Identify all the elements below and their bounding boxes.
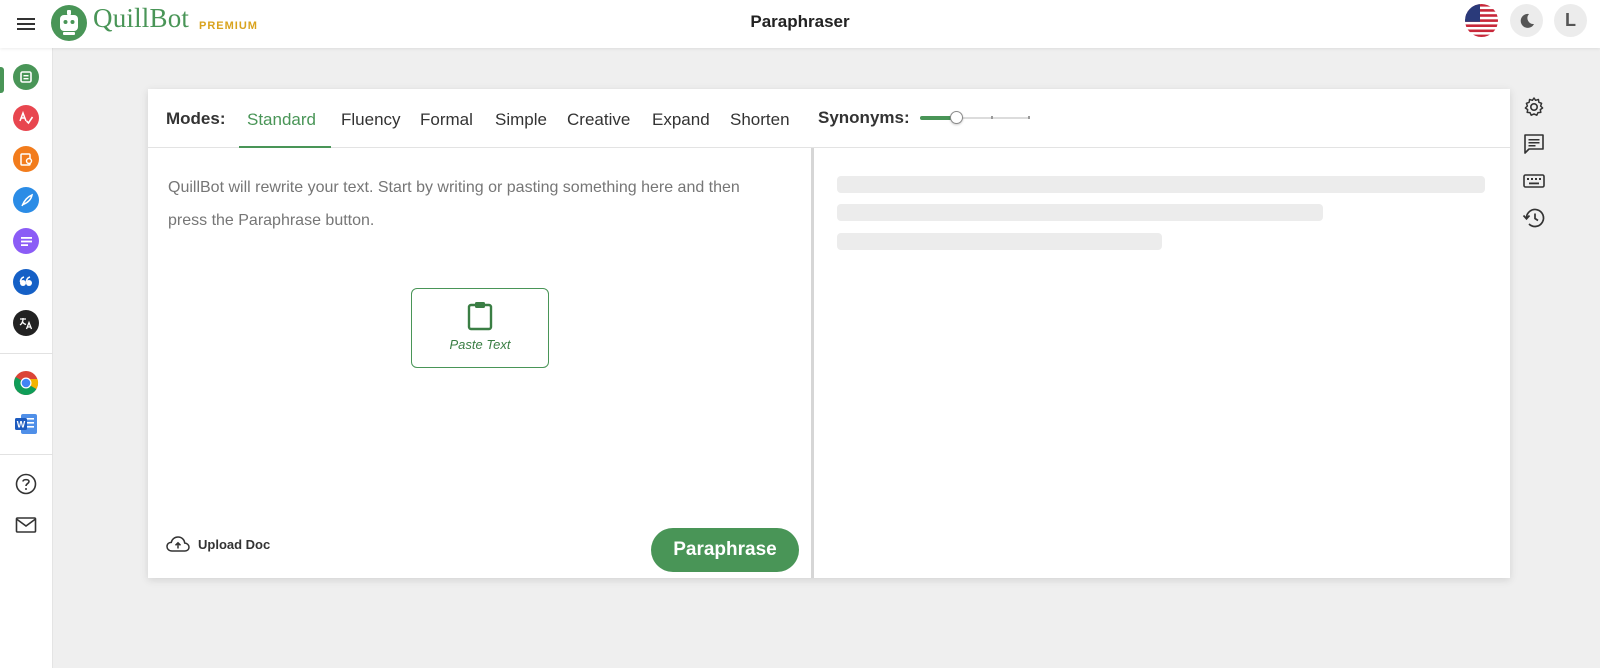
premium-badge: PREMIUM <box>199 20 258 32</box>
slider-tick <box>991 116 993 119</box>
history-icon <box>1522 208 1545 228</box>
tab-formal[interactable]: Formal <box>420 110 473 130</box>
sidebar-item-help[interactable] <box>13 471 39 497</box>
sidebar: W <box>0 48 53 668</box>
logo-text[interactable]: QuillBot <box>93 3 189 34</box>
sidebar-item-translator[interactable] <box>13 310 39 336</box>
tab-fluency[interactable]: Fluency <box>341 110 401 130</box>
upload-doc-label: Upload Doc <box>198 536 271 552</box>
sidebar-item-chrome-extension[interactable] <box>13 370 39 396</box>
modes-bar: Modes: Standard Fluency Formal Simple Cr… <box>148 89 1510 148</box>
output-skeleton-line <box>837 233 1162 250</box>
settings-button[interactable] <box>1521 94 1547 120</box>
tab-creative[interactable]: Creative <box>567 110 630 130</box>
feedback-button[interactable] <box>1521 131 1547 157</box>
paste-text-label: Paste Text <box>449 337 511 352</box>
slider-thumb[interactable] <box>950 111 963 124</box>
sidebar-divider <box>0 353 53 354</box>
menu-icon[interactable] <box>14 12 38 36</box>
sidebar-item-grammar-checker[interactable] <box>13 105 39 131</box>
tab-simple[interactable]: Simple <box>495 110 547 130</box>
paraphrase-button[interactable]: Paraphrase <box>651 528 799 572</box>
synonyms-label: Synonyms: <box>818 108 910 127</box>
keyboard-shortcuts-button[interactable] <box>1521 168 1547 194</box>
summarizer-icon <box>20 236 32 246</box>
output-skeleton-line <box>837 176 1485 193</box>
sidebar-item-citation-generator[interactable] <box>13 269 39 295</box>
plagiarism-icon <box>19 152 32 166</box>
synonyms-slider[interactable] <box>920 108 1030 128</box>
upload-doc-button[interactable]: Upload Doc <box>166 535 270 553</box>
history-button[interactable] <box>1521 205 1547 231</box>
sidebar-item-summarizer[interactable] <box>13 228 39 254</box>
quill-icon <box>20 193 33 206</box>
word-icon: W <box>15 414 37 434</box>
active-tab-underline <box>239 146 331 148</box>
tab-shorten[interactable]: Shorten <box>730 110 790 130</box>
settings-icon <box>1524 97 1544 116</box>
tab-expand[interactable]: Expand <box>652 110 710 130</box>
sidebar-item-word-addin[interactable]: W <box>13 411 39 437</box>
dark-mode-button[interactable] <box>1510 4 1543 37</box>
output-skeleton-line <box>837 204 1323 221</box>
clipboard-icon <box>467 302 493 331</box>
quote-icon <box>19 276 32 286</box>
keyboard-icon <box>1523 174 1545 188</box>
cloud-upload-icon <box>166 536 190 552</box>
input-placeholder[interactable]: QuillBot will rewrite your text. Start b… <box>168 171 778 237</box>
paraphraser-icon <box>20 71 32 83</box>
top-bar: QuillBot PREMIUM Paraphraser L <box>0 0 1600 48</box>
paraphraser-card: Modes: Standard Fluency Formal Simple Cr… <box>148 89 1510 578</box>
slider-tick <box>1028 116 1030 119</box>
comment-icon <box>1524 134 1544 154</box>
avatar[interactable]: L <box>1554 4 1587 37</box>
help-icon <box>15 473 37 495</box>
sidebar-item-contact[interactable] <box>13 512 39 538</box>
svg-text:W: W <box>17 420 26 430</box>
paste-text-button[interactable]: Paste Text <box>411 288 549 368</box>
moon-icon <box>1520 13 1534 28</box>
pane-divider[interactable] <box>811 148 814 578</box>
sidebar-divider <box>0 454 53 455</box>
translate-icon <box>19 318 33 330</box>
grammar-icon <box>19 110 34 125</box>
tab-standard[interactable]: Standard <box>247 110 316 130</box>
modes-label: Modes: <box>166 109 226 128</box>
sidebar-active-indicator <box>0 67 4 93</box>
sidebar-item-plagiarism-checker[interactable] <box>13 146 39 172</box>
mail-icon <box>15 517 37 533</box>
sidebar-item-co-writer[interactable] <box>13 187 39 213</box>
sidebar-item-paraphraser[interactable] <box>13 64 39 90</box>
us-flag-icon[interactable] <box>1465 4 1498 37</box>
chrome-icon <box>13 371 39 396</box>
quillbot-logo-icon[interactable] <box>51 5 87 41</box>
